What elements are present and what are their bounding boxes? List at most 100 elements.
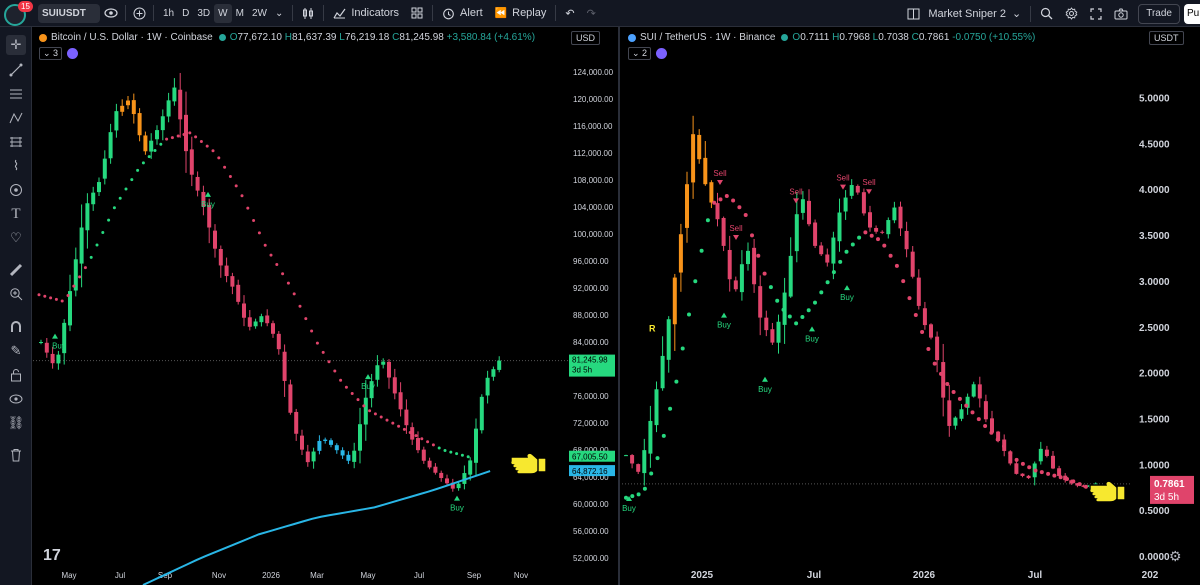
text-tool-icon[interactable]: T xyxy=(6,204,26,224)
fib-tool-icon[interactable] xyxy=(6,132,26,152)
countdown-label: 3d 5h xyxy=(572,366,592,375)
indicator-script-icon[interactable] xyxy=(656,48,668,59)
chevron-down-icon[interactable]: ⌄ xyxy=(271,8,287,19)
trailing-stop-dot xyxy=(228,175,232,179)
candle-body xyxy=(831,237,836,264)
publish-button[interactable]: Pu xyxy=(1184,3,1200,24)
chart-settings-gear-icon[interactable]: ⚙ xyxy=(1169,548,1182,565)
ruler-icon[interactable] xyxy=(6,260,26,280)
trailing-stop-dot xyxy=(223,165,227,169)
price-tick-label: 2.0000 xyxy=(1139,369,1170,380)
sui-chart-title[interactable]: SUI / TetherUS · 1W · Binance xyxy=(640,32,775,43)
link-icon[interactable]: ⛓ xyxy=(6,413,26,433)
timeframe-d[interactable]: D xyxy=(178,8,193,19)
magnet-icon[interactable] xyxy=(6,317,26,337)
symbol-search-button[interactable]: SUIUSDT xyxy=(38,3,100,23)
trailing-stop-dot xyxy=(420,437,424,441)
replay-button[interactable]: ⏪ Replay xyxy=(489,0,553,27)
price-tick-label: 124,000.00 xyxy=(573,68,614,77)
time-tick-label: Sep xyxy=(467,571,482,580)
trailing-stop-dot xyxy=(1020,461,1025,466)
buy-signal-arrow xyxy=(809,326,815,332)
trailing-stop-dot xyxy=(705,218,710,223)
time-tick-label: Mar xyxy=(310,571,324,580)
price-tick-label: 3.5000 xyxy=(1139,231,1170,242)
alert-button[interactable]: Alert xyxy=(436,0,489,27)
trailing-stop-dot xyxy=(141,161,145,165)
candle-body xyxy=(468,460,473,475)
ma-price-label: 64,872.16 xyxy=(572,467,608,476)
trailing-stop-dot xyxy=(315,341,319,345)
candle-style-icon[interactable] xyxy=(296,0,320,27)
candle-body xyxy=(456,483,461,489)
trailing-stop-dot xyxy=(1002,444,1006,449)
trailing-stop-dot xyxy=(894,263,899,268)
lock-icon[interactable] xyxy=(6,365,26,385)
trash-icon[interactable] xyxy=(6,445,26,465)
candle-body xyxy=(788,255,793,297)
undo-icon[interactable]: ↶ xyxy=(559,0,580,27)
btc-currency-button[interactable]: USD xyxy=(571,31,601,45)
candle-body xyxy=(242,303,246,318)
redo-icon[interactable]: ↷ xyxy=(581,0,602,27)
pattern-tool-icon[interactable] xyxy=(6,108,26,128)
trailing-stop-dot xyxy=(107,218,111,222)
trailing-stop-dot xyxy=(1008,451,1013,456)
sui-chart-pane[interactable]: 5.0000 4.5000 4.0000 3.5000 3.0000 2.5000 2.00… xyxy=(622,27,1200,585)
trailing-stop-dot xyxy=(718,197,723,202)
time-tick-label: May xyxy=(360,571,375,580)
drawing-toolbar: ✛ ⌇ T ♡ ✎ ⛓ xyxy=(0,27,32,585)
screenshot-camera-icon[interactable] xyxy=(1108,0,1134,27)
timeframe-3d[interactable]: 3D xyxy=(193,8,214,19)
btc-chart-title[interactable]: Bitcoin / U.S. Dollar · 1W · Coinbase xyxy=(51,32,213,43)
trend-line-icon[interactable] xyxy=(6,60,26,80)
btc-price-chart[interactable]: 124,000.00 120,000.00 116,000.00 112,000.00… xyxy=(33,27,620,585)
target-icon[interactable] xyxy=(6,180,26,200)
horizontal-lines-icon[interactable] xyxy=(6,84,26,104)
eye-icon[interactable] xyxy=(100,0,122,27)
sui-indicator-count[interactable]: ⌄ 2 xyxy=(628,47,652,60)
trade-button[interactable]: Trade xyxy=(1138,3,1180,24)
trailing-stop-dot xyxy=(825,280,830,285)
timeframe-1h[interactable]: 1h xyxy=(159,8,178,19)
indicators-button[interactable]: Indicators xyxy=(327,0,405,27)
indicator-script-icon[interactable] xyxy=(67,48,79,59)
timeframe-2w[interactable]: 2W xyxy=(248,8,271,19)
fullscreen-icon[interactable] xyxy=(1084,0,1108,27)
brush-icon[interactable]: ⌇ xyxy=(6,156,26,176)
quick-search-icon[interactable] xyxy=(1034,0,1059,27)
trailing-stop-dot xyxy=(1071,479,1076,484)
candle-body xyxy=(433,466,438,473)
candle-body xyxy=(126,100,130,106)
indicators-label: Indicators xyxy=(351,7,400,19)
sell-signal-label: Sell xyxy=(836,174,850,183)
pointing-hand-icon xyxy=(509,452,547,475)
layout-menu-button[interactable]: Market Sniper 2 ⌄ xyxy=(901,0,1027,27)
timeframe-m[interactable]: M xyxy=(232,8,248,19)
divider xyxy=(1030,5,1032,22)
crosshair-icon[interactable]: ✛ xyxy=(6,35,26,55)
candle-body xyxy=(678,234,683,273)
trailing-stop-dot xyxy=(863,230,868,235)
heart-icon[interactable]: ♡ xyxy=(6,228,26,248)
sui-close: 0.7861 xyxy=(918,32,950,43)
candle-body xyxy=(916,277,921,306)
trailing-stop-dot xyxy=(724,193,729,198)
price-tick-label: 4.0000 xyxy=(1139,185,1170,196)
candle-body xyxy=(880,231,885,233)
candle-body xyxy=(874,227,879,232)
time-tick-label: 202 xyxy=(1142,570,1159,581)
candle-body xyxy=(746,250,750,265)
timeframe-w[interactable]: W xyxy=(214,3,232,23)
visibility-eye-icon[interactable] xyxy=(6,389,26,409)
layouts-grid-icon[interactable] xyxy=(405,0,429,27)
trailing-stop-dot xyxy=(970,410,975,415)
add-symbol-plus-icon[interactable] xyxy=(129,0,150,27)
sui-currency-button[interactable]: USDT xyxy=(1149,31,1184,45)
pencil-lock-icon[interactable]: ✎ xyxy=(6,341,26,361)
btc-chart-pane[interactable]: 124,000.00 120,000.00 116,000.00 112,000.00… xyxy=(33,27,620,585)
zoom-in-icon[interactable] xyxy=(6,284,26,304)
candle-body xyxy=(230,276,235,287)
btc-indicator-count[interactable]: ⌄ 3 xyxy=(39,47,63,60)
settings-gear-icon[interactable] xyxy=(1059,0,1084,27)
